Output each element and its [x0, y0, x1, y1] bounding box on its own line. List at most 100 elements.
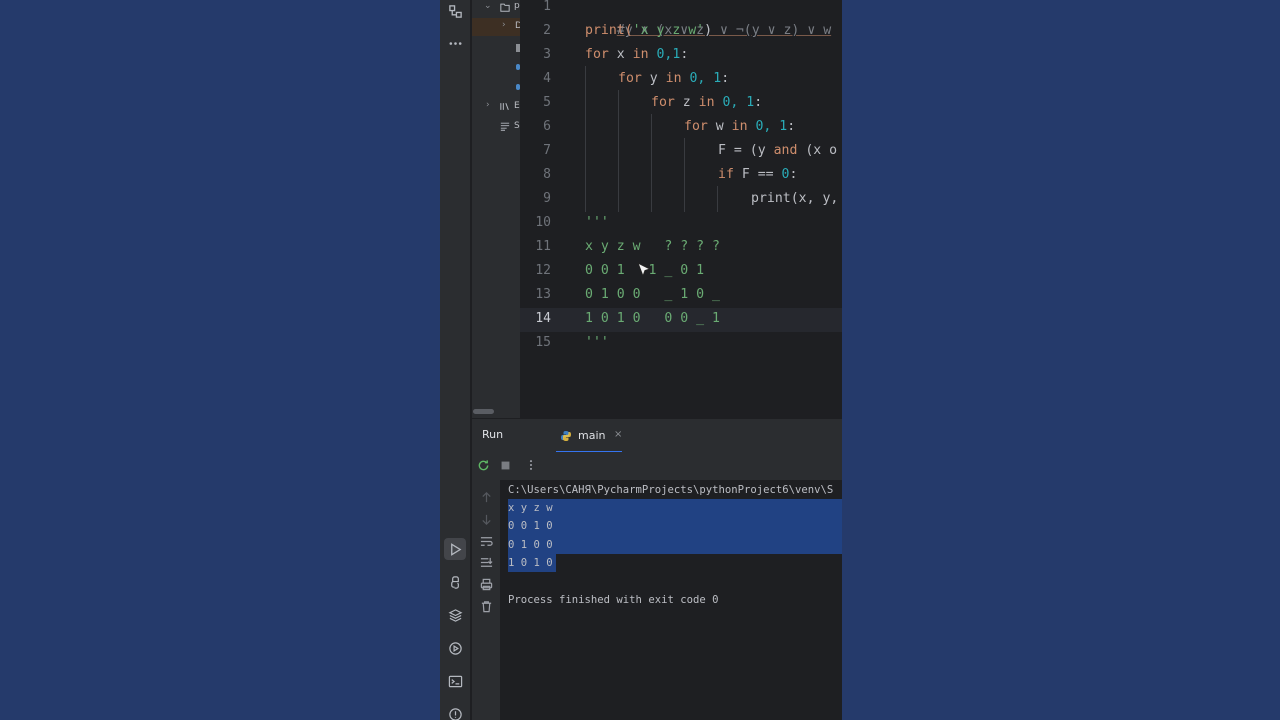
console-output-line: 0 1 0 0 [508, 539, 553, 551]
run-console[interactable]: C:\Users\САНЯ\PycharmProjects\pythonProj… [500, 480, 842, 720]
code-token: : [680, 47, 689, 62]
python-packages-icon[interactable] [444, 604, 466, 626]
code-line-3: for x in 0,1: [585, 43, 688, 67]
code-line-9: print(x, y, [751, 187, 838, 211]
scratches-icon [500, 122, 510, 131]
code-line-10: ''' [585, 215, 609, 230]
code-line-6: for w in 0, 1: [684, 115, 795, 139]
structure-icon[interactable] [444, 0, 466, 22]
line-number: 10 [535, 215, 551, 230]
code-string: 'x y z w' [632, 23, 705, 38]
line-number: 9 [543, 191, 551, 206]
problems-icon[interactable] [444, 703, 466, 720]
line-number: 4 [543, 71, 551, 86]
tree-row-file[interactable] [472, 40, 520, 58]
chevron-right-icon: › [502, 20, 506, 30]
run-title: Run [482, 428, 504, 441]
console-output-line: 1 0 1 0 [508, 557, 553, 569]
arrow-down-icon[interactable] [479, 512, 493, 526]
tree-row-file[interactable] [472, 80, 520, 98]
code-keyword: for [618, 71, 642, 86]
mouse-cursor-icon [637, 261, 652, 278]
code-number: 0,1 [648, 47, 681, 62]
line-number: 3 [543, 47, 551, 62]
code-keyword: for [651, 95, 675, 110]
tree-row-file[interactable] [472, 58, 520, 76]
terminal-icon[interactable] [444, 670, 466, 692]
code-line-15: ''' [585, 335, 609, 350]
code-line-13: 0 1 0 0 _ 1 0 _ [585, 287, 720, 302]
code-keyword: for [585, 47, 609, 62]
line-number: 11 [535, 239, 551, 254]
code-line-2: print('x y z w') [585, 19, 712, 43]
code-keyword: in [698, 95, 715, 110]
code-token: y [641, 71, 666, 86]
line-number: 8 [543, 167, 551, 182]
rerun-icon[interactable] [476, 458, 490, 472]
tree-row-external-libraries[interactable]: › E [472, 98, 520, 116]
project-panel: ⌄ p › D › E S [472, 0, 520, 418]
code-token: ) [704, 23, 713, 38]
run-tab-label: main [578, 429, 606, 442]
line-number: 7 [543, 143, 551, 158]
print-icon[interactable] [479, 577, 493, 591]
tree-row-project[interactable]: ⌄ p [472, 0, 520, 18]
folder-icon [500, 3, 510, 12]
soft-wrap-icon[interactable] [479, 534, 493, 548]
code-token: F == [733, 167, 782, 182]
line-number: 13 [535, 287, 551, 302]
console-output-line: 0 0 1 0 [508, 520, 553, 532]
code-token: : [787, 119, 796, 134]
python-console-icon[interactable] [444, 571, 466, 593]
ide-window: ⌄ p › D › E S 1 2 3 4 5 6 7 8 9 10 11 12… [440, 0, 842, 720]
indent-guide [717, 186, 718, 212]
scroll-to-end-icon[interactable] [479, 555, 493, 569]
console-output-line: x y z w [508, 502, 553, 514]
code-line-14: 1 0 1 0 0 0 _ 1 [585, 311, 720, 326]
run-toolbar [472, 452, 842, 480]
code-token: w [707, 119, 732, 134]
code-line-8: if F == 0: [718, 163, 797, 187]
more-icon[interactable] [444, 32, 466, 54]
code-keyword: in [665, 71, 682, 86]
trash-icon[interactable] [479, 599, 493, 613]
code-keyword: in [632, 47, 649, 62]
code-token: print( [585, 23, 633, 38]
services-icon[interactable] [444, 637, 466, 659]
code-keyword: and [773, 143, 798, 158]
library-icon [500, 102, 509, 111]
close-icon[interactable]: × [614, 429, 622, 440]
code-keyword: if [718, 167, 734, 182]
code-line-7: F = (y and (x o [718, 139, 837, 163]
run-side-toolbar [472, 480, 500, 720]
run-tab-main[interactable]: main × [556, 419, 622, 453]
console-command: C:\Users\САНЯ\PycharmProjects\pythonProj… [508, 484, 834, 496]
code-token: : [754, 95, 763, 110]
code-number: 0, 1 [747, 119, 788, 134]
arrow-up-icon[interactable] [479, 490, 493, 504]
chevron-down-icon: ⌄ [484, 1, 492, 11]
tool-stripe [440, 0, 471, 720]
code-token: z [674, 95, 699, 110]
run-icon[interactable] [444, 538, 466, 560]
indent-guide [684, 138, 685, 212]
code-line-1: #y ∧ (x ∨ z) ∨ ¬(y ∨ z) ∨ w [585, 0, 831, 38]
code-line-5: for z in 0, 1: [651, 91, 762, 115]
tree-label: S [514, 121, 520, 131]
run-toolwindow-header: Run main × [472, 418, 842, 453]
tree-label: E [514, 101, 520, 111]
line-number: 6 [543, 119, 551, 134]
line-number: 15 [535, 335, 551, 350]
code-token: : [721, 71, 730, 86]
tree-row-selected[interactable]: › D [472, 18, 520, 36]
code-token: print(x, y, [751, 191, 839, 206]
tree-row-scratches[interactable]: S [472, 118, 520, 136]
code-keyword: in [731, 119, 748, 134]
project-scrollbar[interactable] [473, 409, 494, 414]
indent-guide [651, 114, 652, 212]
code-line-11: x y z w ? ? ? ? [585, 239, 720, 254]
code-number: 0, 1 [681, 71, 722, 86]
indent-guide [585, 66, 586, 212]
more-vertical-icon[interactable] [524, 458, 538, 472]
stop-icon[interactable] [498, 458, 512, 472]
